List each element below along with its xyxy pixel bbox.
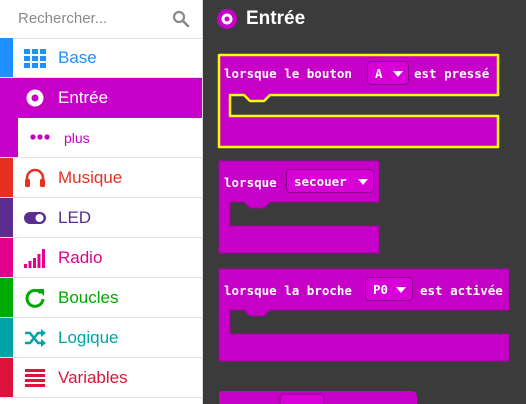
category-loops[interactable]: Boucles bbox=[0, 278, 202, 318]
category-color-bar bbox=[0, 358, 13, 397]
category-color-bar bbox=[0, 158, 13, 197]
block-partial[interactable] bbox=[216, 388, 420, 404]
category-led[interactable]: LED bbox=[0, 198, 202, 238]
search-input[interactable]: Rechercher... bbox=[18, 10, 107, 27]
target-icon bbox=[217, 9, 237, 29]
category-color-bar bbox=[0, 198, 13, 237]
dropdown-value: A bbox=[375, 66, 383, 81]
category-label: Boucles bbox=[58, 288, 119, 307]
flyout-title: Entrée bbox=[246, 8, 306, 29]
category-label: Musique bbox=[58, 168, 123, 187]
category-color-bar bbox=[0, 318, 13, 357]
chevron-down-icon bbox=[393, 71, 403, 77]
list-icon bbox=[25, 369, 45, 387]
subcategory-plus[interactable]: plus bbox=[0, 118, 202, 158]
category-label: Radio bbox=[58, 248, 103, 267]
category-label: Variables bbox=[58, 368, 128, 387]
headphones-icon bbox=[25, 168, 45, 187]
category-music[interactable]: Musique bbox=[0, 158, 202, 198]
block-shape bbox=[218, 268, 510, 362]
category-label: Logique bbox=[58, 328, 119, 347]
block-text: lorsque bbox=[224, 175, 277, 190]
category-variables[interactable]: Variables bbox=[0, 358, 202, 398]
subcategory-label: plus bbox=[64, 130, 90, 146]
toolbox-search[interactable]: Rechercher... bbox=[0, 0, 202, 39]
category-label: Base bbox=[58, 48, 97, 67]
block-text: est pressé bbox=[414, 66, 490, 81]
category-label: LED bbox=[58, 208, 92, 227]
block-text: lorsque la broche bbox=[224, 283, 352, 298]
gesture-dropdown[interactable]: secouer bbox=[286, 169, 374, 193]
button-dropdown[interactable]: A bbox=[367, 61, 409, 85]
shuffle-icon bbox=[25, 329, 46, 347]
block-on-gesture[interactable]: lorsque secouer bbox=[216, 158, 382, 256]
chevron-down-icon bbox=[358, 179, 368, 185]
target-icon bbox=[26, 89, 44, 107]
category-color-bar bbox=[0, 238, 13, 277]
block-on-pin-pressed[interactable]: lorsque la broche P0 est activée bbox=[216, 266, 512, 364]
search-icon[interactable] bbox=[172, 10, 190, 28]
signal-bars-icon bbox=[24, 249, 45, 268]
category-color-bar bbox=[0, 118, 18, 157]
block-text: est activée bbox=[420, 283, 503, 298]
dots-icon bbox=[30, 134, 50, 140]
category-color-bar bbox=[0, 38, 13, 77]
category-input[interactable]: Entrée bbox=[0, 78, 202, 118]
block-text: lorsque le bouton bbox=[224, 66, 352, 81]
refresh-icon bbox=[25, 288, 45, 308]
chevron-down-icon bbox=[396, 287, 406, 293]
category-label: Entrée bbox=[58, 88, 109, 107]
category-logic[interactable]: Logique bbox=[0, 318, 202, 358]
pin-dropdown[interactable]: P0 bbox=[365, 277, 413, 301]
category-base[interactable]: Base bbox=[0, 38, 202, 78]
dropdown-value: secouer bbox=[294, 174, 347, 189]
block-on-button-pressed[interactable]: lorsque le bouton A est pressé bbox=[216, 52, 502, 150]
toggle-icon bbox=[24, 212, 46, 224]
dropdown-value: P0 bbox=[373, 282, 389, 297]
toolbox: Rechercher... Base Entrée plus Musique L… bbox=[0, 0, 203, 404]
category-color-bar bbox=[0, 278, 13, 317]
grid-icon bbox=[24, 49, 46, 68]
block-shape bbox=[219, 391, 417, 404]
category-radio[interactable]: Radio bbox=[0, 238, 202, 278]
